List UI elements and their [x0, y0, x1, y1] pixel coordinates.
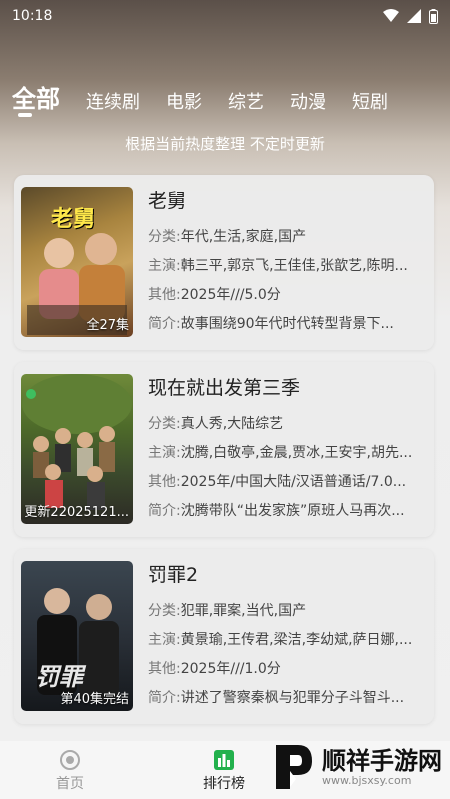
- episode-badge: 第40集完结: [60, 692, 129, 707]
- cast-row: 主演:沈腾,白敬亭,金晨,贾冰,王安宇,胡先...: [148, 439, 424, 468]
- intro-value: 讲述了警察秦枫与犯罪分子斗智斗...: [180, 690, 405, 706]
- category-label: 分类:: [148, 416, 181, 432]
- watermark-url: www.bjsxsy.com: [322, 773, 412, 787]
- site-watermark: 顺祥手游网 www.bjsxsy.com: [272, 741, 442, 793]
- tab-short-drama[interactable]: 短剧: [352, 88, 398, 114]
- tab-indicator: [18, 113, 32, 117]
- category-value: 真人秀,大陆综艺: [180, 416, 284, 432]
- tab-all[interactable]: 全部: [12, 79, 70, 114]
- cast-value: 韩三平,郭京飞,王佳佳,张歆艺,陈明...: [180, 258, 408, 274]
- tab-movie[interactable]: 电影: [166, 88, 212, 114]
- other-label: 其他:: [148, 661, 181, 677]
- poster-image[interactable]: 老舅 全27集: [21, 187, 133, 337]
- episode-badge: 全27集: [86, 318, 129, 333]
- status-bar: 10:18: [0, 0, 450, 32]
- other-value: 2025年/中国大陆/汉语普通话/7.0...: [180, 474, 407, 490]
- category-row: 分类:年代,生活,家庭,国产: [148, 223, 424, 252]
- intro-value: 故事围绕90年代时代转型背景下...: [180, 316, 394, 332]
- nav-home[interactable]: 首页: [56, 749, 84, 793]
- poster-image[interactable]: 罚罪 第40集完结: [21, 561, 133, 711]
- cast-value: 黄景瑜,王传君,梁洁,李幼斌,萨日娜,...: [180, 632, 413, 648]
- list-item[interactable]: 罚罪 第40集完结 罚罪2 分类:犯罪,罪案,当代,国产 主演:黄景瑜,王传君,…: [14, 549, 434, 724]
- intro-row: 简介:讲述了警察秦枫与犯罪分子斗智斗...: [148, 684, 424, 713]
- tab-variety[interactable]: 综艺: [228, 88, 274, 114]
- cast-value: 沈腾,白敬亭,金晨,贾冰,王安宇,胡先...: [180, 445, 413, 461]
- item-title[interactable]: 现在就出发第三季: [148, 374, 424, 402]
- list-item[interactable]: 更新22025121... 现在就出发第三季 分类:真人秀,大陆综艺 主演:沈腾…: [14, 362, 434, 537]
- bottom-nav: 首页 排行榜 顺祥手游网 www.bjsxsy.com: [0, 741, 450, 799]
- category-label: 分类:: [148, 229, 181, 245]
- wifi-icon: [383, 9, 399, 22]
- tab-series[interactable]: 连续剧: [86, 88, 150, 114]
- poster-title-text: 罚罪: [35, 662, 83, 691]
- list-item[interactable]: 老舅 全27集 老舅 分类:年代,生活,家庭,国产 主演:韩三平,郭京飞,王佳佳…: [14, 175, 434, 350]
- status-time: 10:18: [12, 8, 53, 24]
- cast-label: 主演:: [148, 632, 181, 648]
- nav-ranking-label: 排行榜: [203, 776, 245, 792]
- other-row: 其他:2025年///5.0分: [148, 281, 424, 310]
- item-info: 罚罪2 分类:犯罪,罪案,当代,国产 主演:黄景瑜,王传君,梁洁,李幼斌,萨日娜…: [148, 561, 424, 713]
- category-tabs: 全部 连续剧 电影 综艺 动漫 短剧: [12, 70, 450, 114]
- other-label: 其他:: [148, 287, 181, 303]
- item-info: 老舅 分类:年代,生活,家庭,国产 主演:韩三平,郭京飞,王佳佳,张歆艺,陈明.…: [148, 187, 424, 339]
- item-title[interactable]: 老舅: [148, 187, 424, 215]
- update-notice: 根据当前热度整理 不定时更新: [125, 135, 325, 153]
- battery-icon: [429, 8, 438, 24]
- other-value: 2025年///1.0分: [180, 661, 281, 677]
- home-icon: [60, 750, 80, 770]
- intro-label: 简介:: [148, 503, 181, 519]
- category-value: 年代,生活,家庭,国产: [180, 229, 307, 245]
- signal-icon: [407, 9, 421, 23]
- intro-value: 沈腾带队“出发家族”原班人马再次...: [180, 503, 405, 519]
- category-row: 分类:真人秀,大陆综艺: [148, 410, 424, 439]
- intro-row: 简介:沈腾带队“出发家族”原班人马再次...: [148, 497, 424, 526]
- watermark-name: 顺祥手游网: [322, 746, 442, 775]
- item-title[interactable]: 罚罪2: [148, 561, 424, 589]
- other-value: 2025年///5.0分: [180, 287, 281, 303]
- cast-label: 主演:: [148, 258, 181, 274]
- item-info: 现在就出发第三季 分类:真人秀,大陆综艺 主演:沈腾,白敬亭,金晨,贾冰,王安宇…: [148, 374, 424, 526]
- poster-title-text: 老舅: [51, 207, 96, 232]
- other-row: 其他:2025年/中国大陆/汉语普通话/7.0...: [148, 468, 424, 497]
- category-value: 犯罪,罪案,当代,国产: [180, 603, 307, 619]
- category-label: 分类:: [148, 603, 181, 619]
- cast-row: 主演:黄景瑜,王传君,梁洁,李幼斌,萨日娜,...: [148, 626, 424, 655]
- intro-label: 简介:: [148, 690, 181, 706]
- tab-anime[interactable]: 动漫: [290, 88, 336, 114]
- nav-ranking[interactable]: 排行榜: [203, 749, 245, 793]
- cast-row: 主演:韩三平,郭京飞,王佳佳,张歆艺,陈明...: [148, 252, 424, 281]
- watermark-text-block: 顺祥手游网 www.bjsxsy.com: [322, 748, 442, 787]
- intro-label: 简介:: [148, 316, 181, 332]
- status-icons: [383, 8, 438, 24]
- other-row: 其他:2025年///1.0分: [148, 655, 424, 684]
- cast-label: 主演:: [148, 445, 181, 461]
- other-label: 其他:: [148, 474, 181, 490]
- poster-image[interactable]: 更新22025121...: [21, 374, 133, 524]
- category-row: 分类:犯罪,罪案,当代,国产: [148, 597, 424, 626]
- intro-row: 简介:故事围绕90年代时代转型背景下...: [148, 310, 424, 339]
- nav-home-label: 首页: [56, 776, 84, 792]
- episode-badge: 更新22025121...: [24, 505, 129, 520]
- ranking-icon: [214, 750, 234, 770]
- watermark-logo-icon: [276, 745, 312, 789]
